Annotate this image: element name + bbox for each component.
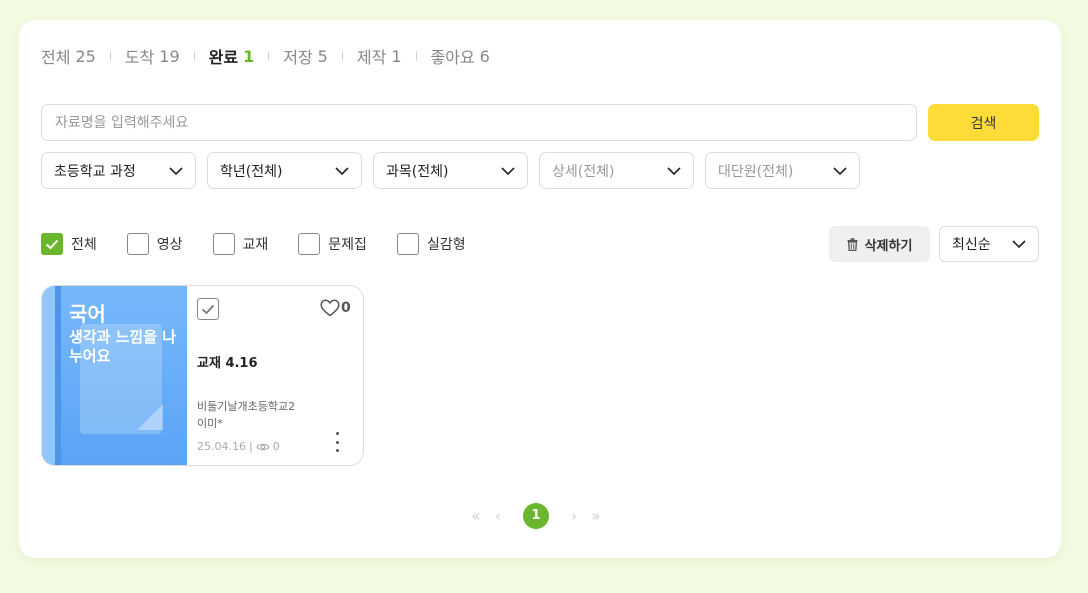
filter-label: 문제집 bbox=[328, 237, 367, 253]
checkbox-icon bbox=[126, 233, 149, 255]
filter-immersive-checkbox[interactable]: 실감형 bbox=[396, 233, 466, 255]
material-card[interactable]: 국어 생각과 느낌을 나누어요 0 교재 4.16 비둘기날개초등학교2 이미*… bbox=[41, 285, 364, 466]
tab-label: 도착 bbox=[124, 48, 155, 67]
filter-all-checkbox[interactable]: 전체 bbox=[41, 233, 97, 255]
filter-workbook-checkbox[interactable]: 문제집 bbox=[298, 233, 367, 255]
subject-select[interactable]: 과목(전체) bbox=[373, 152, 528, 189]
filter-label: 영상 bbox=[156, 237, 183, 253]
tab-count: 1 bbox=[243, 46, 255, 66]
like-count: 0 bbox=[341, 300, 351, 316]
tab-arrived[interactable]: 도착 19 bbox=[125, 44, 180, 68]
type-filters: 전체 영상 교재 문제집 실감형 bbox=[41, 233, 496, 255]
tab-count: 19 bbox=[159, 46, 180, 66]
tab-divider bbox=[109, 51, 111, 61]
tab-label: 좋아요 bbox=[430, 48, 475, 67]
tab-completed[interactable]: 완료 1 bbox=[209, 44, 255, 68]
select-value: 학년(전체) bbox=[220, 163, 283, 180]
tab-divider bbox=[415, 51, 417, 61]
select-value: 상세(전체) bbox=[552, 163, 615, 180]
filter-label: 실감형 bbox=[426, 237, 466, 253]
card-meta: 25.04.16 | 0 bbox=[197, 440, 280, 453]
detail-select[interactable]: 상세(전체) bbox=[539, 152, 694, 189]
grade-select[interactable]: 학년(전체) bbox=[207, 152, 362, 189]
card-school: 비둘기날개초등학교2 bbox=[197, 400, 296, 413]
first-page-icon[interactable]: « bbox=[465, 507, 487, 525]
checkbox-checked-icon bbox=[41, 233, 63, 255]
chevron-down-icon bbox=[169, 166, 183, 175]
checkbox-icon bbox=[396, 233, 419, 255]
tab-label: 완료 bbox=[208, 48, 239, 67]
card-thumbnail: 국어 생각과 느낌을 나누어요 bbox=[42, 286, 187, 465]
chevron-down-icon bbox=[501, 166, 515, 175]
tab-count: 6 bbox=[479, 46, 490, 66]
tab-created[interactable]: 제작 1 bbox=[357, 44, 402, 68]
checkbox-icon bbox=[212, 233, 235, 255]
tab-label: 제작 bbox=[356, 48, 387, 67]
select-value: 과목(전체) bbox=[386, 163, 449, 180]
more-options-icon[interactable] bbox=[330, 432, 344, 452]
unit-select[interactable]: 대단원(전체) bbox=[705, 152, 860, 189]
delete-button[interactable]: 삭제하기 bbox=[829, 226, 930, 262]
book-spine-shadow bbox=[55, 286, 61, 465]
next-page-icon[interactable]: › bbox=[563, 507, 585, 525]
chevron-down-icon bbox=[667, 166, 681, 175]
tab-saved[interactable]: 저장 5 bbox=[283, 44, 328, 68]
select-value: 초등학교 과정 bbox=[54, 163, 136, 180]
heart-icon bbox=[320, 299, 340, 317]
delete-label: 삭제하기 bbox=[864, 238, 913, 254]
trash-icon bbox=[847, 237, 858, 251]
last-page-icon[interactable]: » bbox=[585, 507, 607, 525]
search-button[interactable]: 검색 bbox=[928, 104, 1039, 141]
course-select[interactable]: 초등학교 과정 bbox=[41, 152, 196, 189]
filter-textbook-checkbox[interactable]: 교재 bbox=[212, 233, 269, 255]
card-date: 25.04.16 bbox=[197, 440, 246, 453]
status-tabs: 전체 25 도착 19 완료 1 저장 5 제작 1 좋아요 6 bbox=[41, 44, 490, 68]
pagination: « ‹ 1 › » bbox=[465, 502, 607, 529]
select-value: 대단원(전체) bbox=[718, 163, 794, 180]
chevron-down-icon bbox=[335, 166, 349, 175]
sort-value: 최신순 bbox=[952, 237, 991, 253]
tab-label: 저장 bbox=[283, 48, 313, 67]
tab-liked[interactable]: 좋아요 6 bbox=[431, 44, 490, 68]
filter-label: 교재 bbox=[242, 237, 269, 253]
tab-count: 1 bbox=[391, 46, 402, 66]
sort-select[interactable]: 최신순 bbox=[939, 226, 1039, 262]
checkbox-icon bbox=[298, 233, 321, 255]
view-count: 0 bbox=[272, 440, 280, 453]
chevron-down-icon bbox=[833, 166, 847, 175]
tab-divider bbox=[341, 51, 343, 61]
main-panel: 전체25 도착19 완료1 저장5 제작1 좋아요6 검색 초등학교 과정 학년… bbox=[19, 20, 1061, 558]
card-author: 이미* bbox=[197, 417, 223, 430]
meta-divider: | bbox=[248, 440, 253, 453]
filter-label: 전체 bbox=[71, 237, 97, 253]
tab-count: 5 bbox=[317, 46, 328, 66]
page-number[interactable]: 1 bbox=[523, 502, 549, 529]
tab-divider bbox=[193, 51, 195, 61]
thumbnail-title: 생각과 느낌을 나누어요 bbox=[69, 328, 177, 365]
chevron-down-icon bbox=[1012, 240, 1026, 248]
card-title: 교재 4.16 bbox=[197, 356, 258, 371]
filter-video-checkbox[interactable]: 영상 bbox=[126, 233, 183, 255]
check-icon bbox=[201, 304, 215, 314]
tab-label: 전체 bbox=[41, 48, 71, 67]
tab-divider bbox=[268, 51, 270, 61]
thumbnail-subject: 국어 bbox=[69, 302, 106, 326]
tab-count: 25 bbox=[75, 46, 96, 66]
card-select-checkbox[interactable] bbox=[197, 298, 219, 320]
eye-icon bbox=[256, 443, 270, 450]
prev-page-icon[interactable]: ‹ bbox=[487, 507, 509, 525]
tab-all[interactable]: 전체 25 bbox=[41, 44, 96, 68]
search-input[interactable] bbox=[41, 104, 917, 141]
like-button[interactable]: 0 bbox=[320, 299, 351, 317]
